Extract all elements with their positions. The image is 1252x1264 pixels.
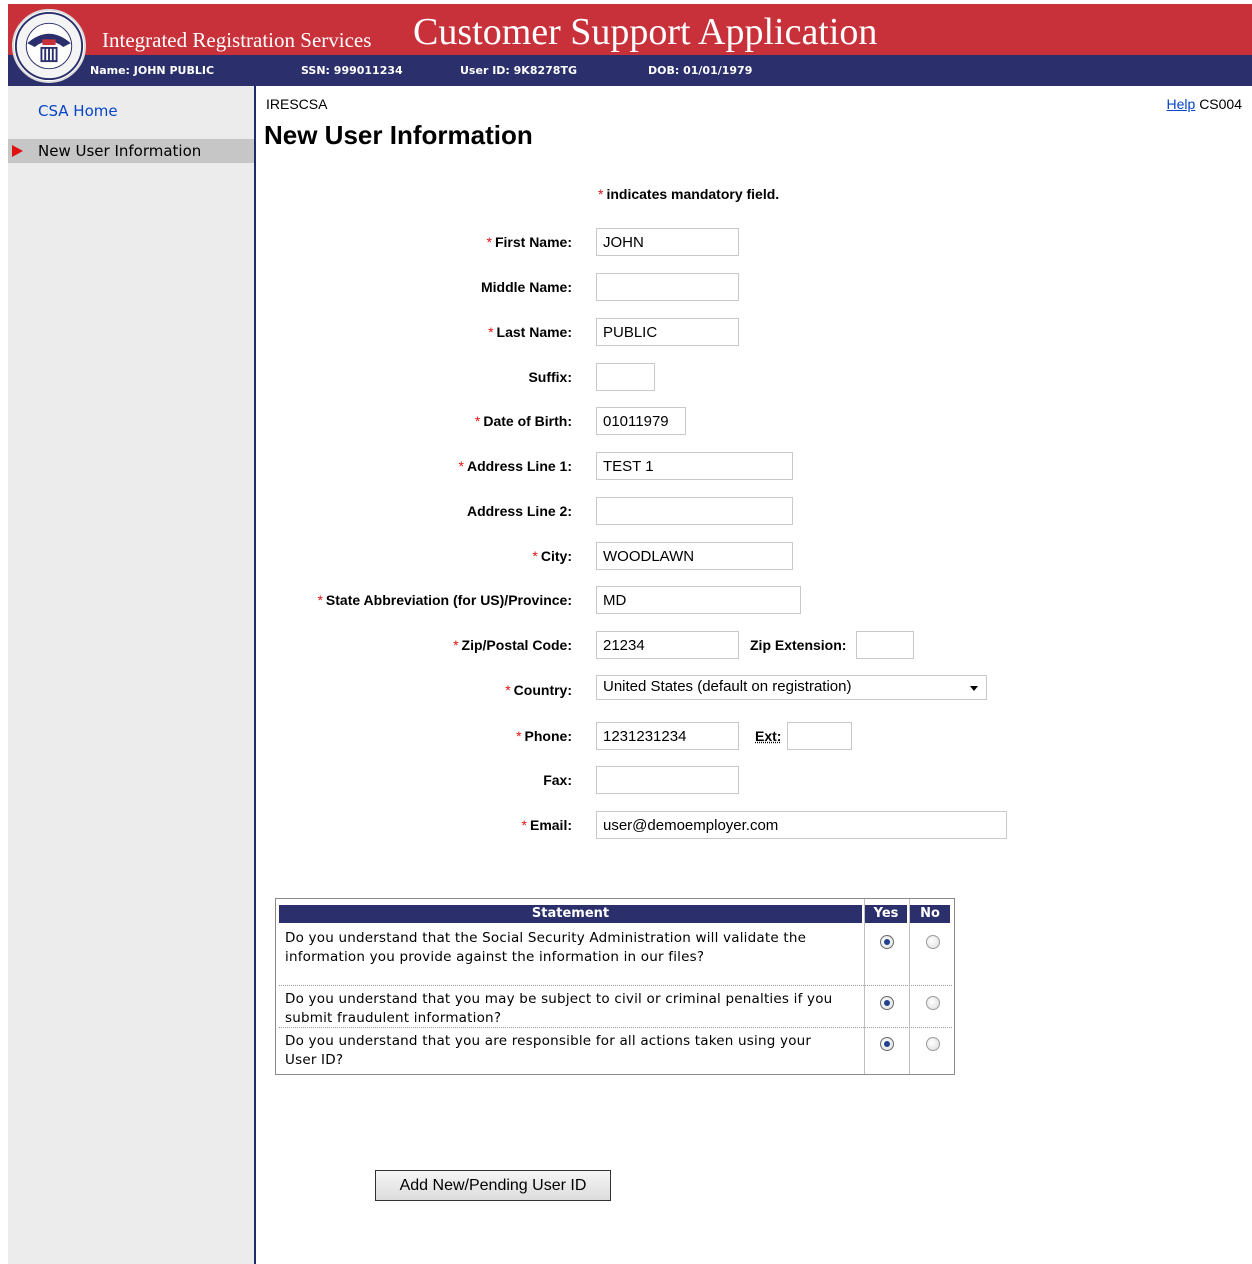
user-ssn: SSN: 999011234 (301, 64, 403, 77)
mandatory-note-text: indicates mandatory field. (606, 186, 780, 202)
screen-code: CS004 (1199, 96, 1242, 112)
sidebar-item-new-user-information[interactable]: New User Information (8, 139, 254, 163)
middle-name-field[interactable] (596, 273, 739, 301)
middle-name-label: Middle Name: (480, 279, 572, 295)
yes-header: Yes (865, 905, 907, 923)
required-star-icon: * (532, 548, 538, 564)
required-star-icon: * (474, 413, 481, 429)
statement-header: Statement (279, 905, 862, 923)
statement-text: Do you understand that you may be subjec… (285, 991, 833, 1026)
statement-text: Do you understand that the Social Securi… (285, 930, 807, 965)
breadcrumb: IRESCSA (266, 96, 328, 112)
user-dob: DOB: 01/01/1979 (648, 64, 753, 77)
help-area: Help CS004 (1167, 96, 1243, 112)
table-row: Do you understand that you may be subjec… (279, 987, 952, 1028)
ssa-seal-logo (12, 9, 86, 83)
last-name-label: * Last Name: (488, 324, 572, 340)
fax-field[interactable] (596, 766, 739, 794)
city-field[interactable] (596, 542, 793, 570)
table-row: Do you understand that you are responsib… (279, 1029, 952, 1070)
email-label: * Email: (521, 817, 572, 833)
statement-3-yes-radio[interactable] (880, 1037, 894, 1051)
chevron-down-icon (970, 686, 978, 691)
state-field[interactable] (596, 586, 801, 614)
sidebar: CSA Home New User Information (8, 86, 256, 1264)
required-star-icon: * (505, 682, 511, 698)
fax-label: Fax: (543, 772, 572, 788)
address-line-2-field[interactable] (596, 497, 793, 525)
first-name-label: * First Name: (486, 234, 572, 250)
statement-text: Do you understand that you are responsib… (285, 1033, 812, 1068)
zip-extension-label: Zip Extension: (750, 637, 847, 653)
phone-label: * Phone: (516, 728, 572, 744)
user-info-bar: Name: JOHN PUBLIC SSN: 999011234 User ID… (8, 55, 1252, 86)
app-title: Customer Support Application (413, 11, 878, 53)
system-name: Integrated Registration Services (102, 28, 372, 52)
column-divider (864, 899, 865, 1074)
help-link[interactable]: Help (1167, 96, 1196, 112)
user-id: User ID: 9K8278TG (460, 64, 577, 77)
state-label: * State Abbreviation (for US)/Province: (317, 592, 572, 608)
page-title: New User Information (264, 120, 533, 150)
mandatory-note: * indicates mandatory field. (598, 186, 779, 202)
first-name-field[interactable] (596, 228, 739, 256)
statement-1-no-radio[interactable] (926, 935, 940, 949)
phone-field[interactable] (596, 722, 739, 750)
required-star-icon: * (598, 186, 604, 202)
no-header: No (910, 905, 950, 923)
dob-field[interactable] (596, 407, 686, 435)
phone-ext-field[interactable] (787, 722, 852, 750)
city-label: * City: (532, 548, 572, 564)
statement-table: Statement Yes No Do you understand that … (275, 898, 955, 1075)
required-star-icon: * (458, 458, 464, 474)
required-star-icon: * (516, 728, 522, 744)
statement-2-no-radio[interactable] (926, 996, 940, 1010)
column-divider (909, 899, 910, 1074)
required-star-icon: * (317, 592, 323, 608)
header-banner: Integrated Registration Services Custome… (8, 4, 1252, 55)
suffix-field[interactable] (596, 363, 655, 391)
sidebar-item-csa-home[interactable]: CSA Home (38, 102, 118, 120)
address-line-1-field[interactable] (596, 452, 793, 480)
zip-field[interactable] (596, 631, 739, 659)
suffix-label: Suffix: (528, 369, 572, 385)
required-star-icon: * (486, 234, 492, 250)
statement-3-no-radio[interactable] (926, 1037, 940, 1051)
sidebar-item-label: New User Information (38, 142, 202, 160)
address-line-2-label: Address Line 2: (466, 503, 572, 519)
statement-2-yes-radio[interactable] (880, 996, 894, 1010)
zip-extension-field[interactable] (856, 631, 914, 659)
required-star-icon: * (521, 817, 527, 833)
last-name-field[interactable] (596, 318, 739, 346)
email-field[interactable] (596, 811, 1007, 839)
required-star-icon: * (453, 637, 459, 653)
arrow-right-icon (12, 145, 23, 157)
required-star-icon: * (488, 324, 494, 340)
country-select[interactable]: United States (default on registration) (596, 675, 987, 700)
table-row: Do you understand that the Social Securi… (279, 926, 952, 986)
dob-label: * Date of Birth: (474, 413, 572, 429)
phone-ext-label: Ext: (755, 728, 782, 744)
country-label: * Country: (505, 682, 572, 698)
user-name: Name: JOHN PUBLIC (90, 64, 215, 77)
address-line-1-label: * Address Line 1: (458, 458, 572, 474)
statement-1-yes-radio[interactable] (880, 935, 894, 949)
country-selected-value: United States (default on registration) (603, 678, 852, 695)
add-new-pending-user-id-button[interactable]: Add New/Pending User ID (375, 1170, 611, 1201)
zip-label: * Zip/Postal Code: (453, 637, 572, 653)
